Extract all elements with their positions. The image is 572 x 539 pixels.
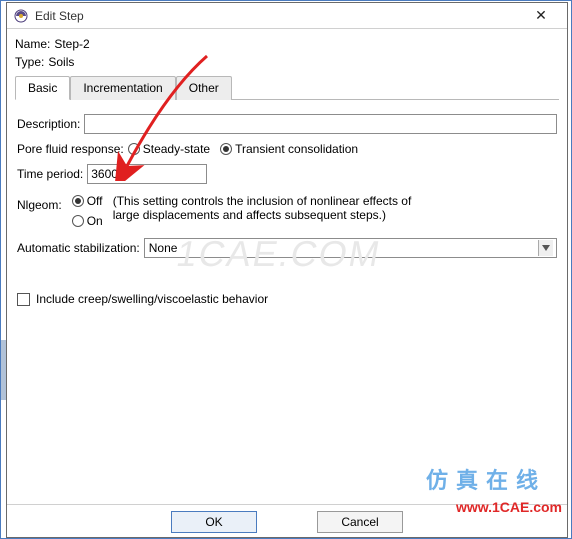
stabilization-value: None	[149, 241, 178, 255]
radio-icon	[72, 195, 84, 207]
edit-step-dialog: Edit Step ✕ Name: Step-2 Type: Soils Bas…	[6, 2, 568, 538]
time-period-label: Time period:	[17, 167, 83, 181]
type-label: Type:	[15, 55, 44, 69]
creep-checkbox[interactable]	[17, 293, 30, 306]
dialog-button-row: OK Cancel	[7, 504, 567, 533]
name-label: Name:	[15, 37, 50, 51]
pore-fluid-label: Pore fluid response:	[17, 142, 124, 156]
radio-nlgeom-off[interactable]: Off	[72, 194, 103, 208]
tab-incrementation[interactable]: Incrementation	[70, 76, 175, 100]
radio-transient-label: Transient consolidation	[235, 142, 358, 156]
ok-label: OK	[205, 515, 222, 529]
cancel-button[interactable]: Cancel	[317, 511, 403, 533]
tab-incrementation-label: Incrementation	[83, 81, 162, 95]
title-bar: Edit Step ✕	[7, 3, 567, 29]
creep-label: Include creep/swelling/viscoelastic beha…	[36, 292, 268, 306]
name-value: Step-2	[54, 37, 89, 51]
stabilization-label: Automatic stabilization:	[17, 241, 140, 255]
description-label: Description:	[17, 117, 80, 131]
tab-basic[interactable]: Basic	[15, 76, 70, 100]
close-button[interactable]: ✕	[521, 4, 561, 28]
radio-icon	[128, 143, 140, 155]
close-icon: ✕	[535, 7, 547, 24]
dialog-body: Name: Step-2 Type: Soils Basic Increment…	[7, 29, 567, 314]
radio-nlgeom-on[interactable]: On	[72, 214, 103, 228]
nlgeom-label: Nlgeom:	[17, 198, 62, 212]
stabilization-select[interactable]: None	[144, 238, 557, 258]
radio-icon	[72, 215, 84, 227]
tab-strip: Basic Incrementation Other	[15, 75, 559, 100]
chevron-down-icon	[538, 240, 553, 256]
radio-off-label: Off	[87, 194, 103, 208]
tab-other-label: Other	[189, 81, 219, 95]
radio-steady-label: Steady-state	[143, 142, 210, 156]
cancel-label: Cancel	[341, 515, 378, 529]
pore-fluid-group: Steady-state Transient consolidation	[128, 142, 358, 156]
description-input[interactable]	[84, 114, 557, 134]
type-value: Soils	[48, 55, 74, 69]
tab-other[interactable]: Other	[176, 76, 232, 100]
radio-steady-state[interactable]: Steady-state	[128, 142, 210, 156]
window-title: Edit Step	[35, 9, 521, 23]
radio-icon	[220, 143, 232, 155]
app-icon	[13, 8, 29, 24]
nlgeom-hint: (This setting controls the inclusion of …	[113, 194, 433, 222]
radio-on-label: On	[87, 214, 103, 228]
tab-basic-label: Basic	[28, 81, 57, 95]
time-period-input[interactable]	[87, 164, 207, 184]
nlgeom-group: Off On	[72, 194, 103, 228]
tab-panel-basic: Description: Pore fluid response: Steady…	[15, 100, 559, 314]
ok-button[interactable]: OK	[171, 511, 257, 533]
radio-transient[interactable]: Transient consolidation	[220, 142, 358, 156]
